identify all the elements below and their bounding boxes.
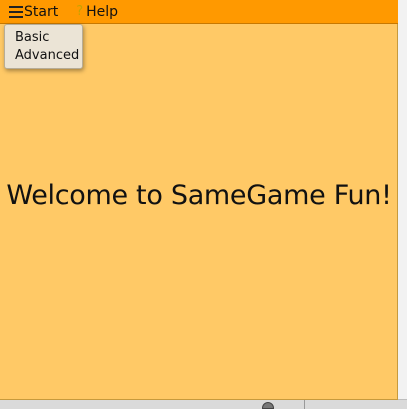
help-menu-button[interactable]: ? Help xyxy=(62,0,122,24)
hamburger-icon xyxy=(9,5,23,18)
welcome-message: Welcome to SameGame Fun! xyxy=(6,180,392,211)
background-status-bar xyxy=(0,399,407,409)
menubar: Start ? Help xyxy=(0,0,398,24)
start-dropdown-menu: Basic Advanced xyxy=(4,24,83,69)
help-menu-label: Help xyxy=(86,3,119,20)
start-menu-label: Start xyxy=(24,3,59,20)
start-menu-button[interactable]: Start xyxy=(0,0,62,24)
menu-item-basic[interactable]: Basic xyxy=(5,29,82,47)
samegame-window: Start ? Help Welcome to SameGame Fun! Ba… xyxy=(0,0,398,400)
background-slider-knob xyxy=(262,402,274,409)
menu-item-advanced[interactable]: Advanced xyxy=(5,47,82,65)
help-icon: ? xyxy=(76,4,84,19)
background-separator xyxy=(304,399,305,409)
